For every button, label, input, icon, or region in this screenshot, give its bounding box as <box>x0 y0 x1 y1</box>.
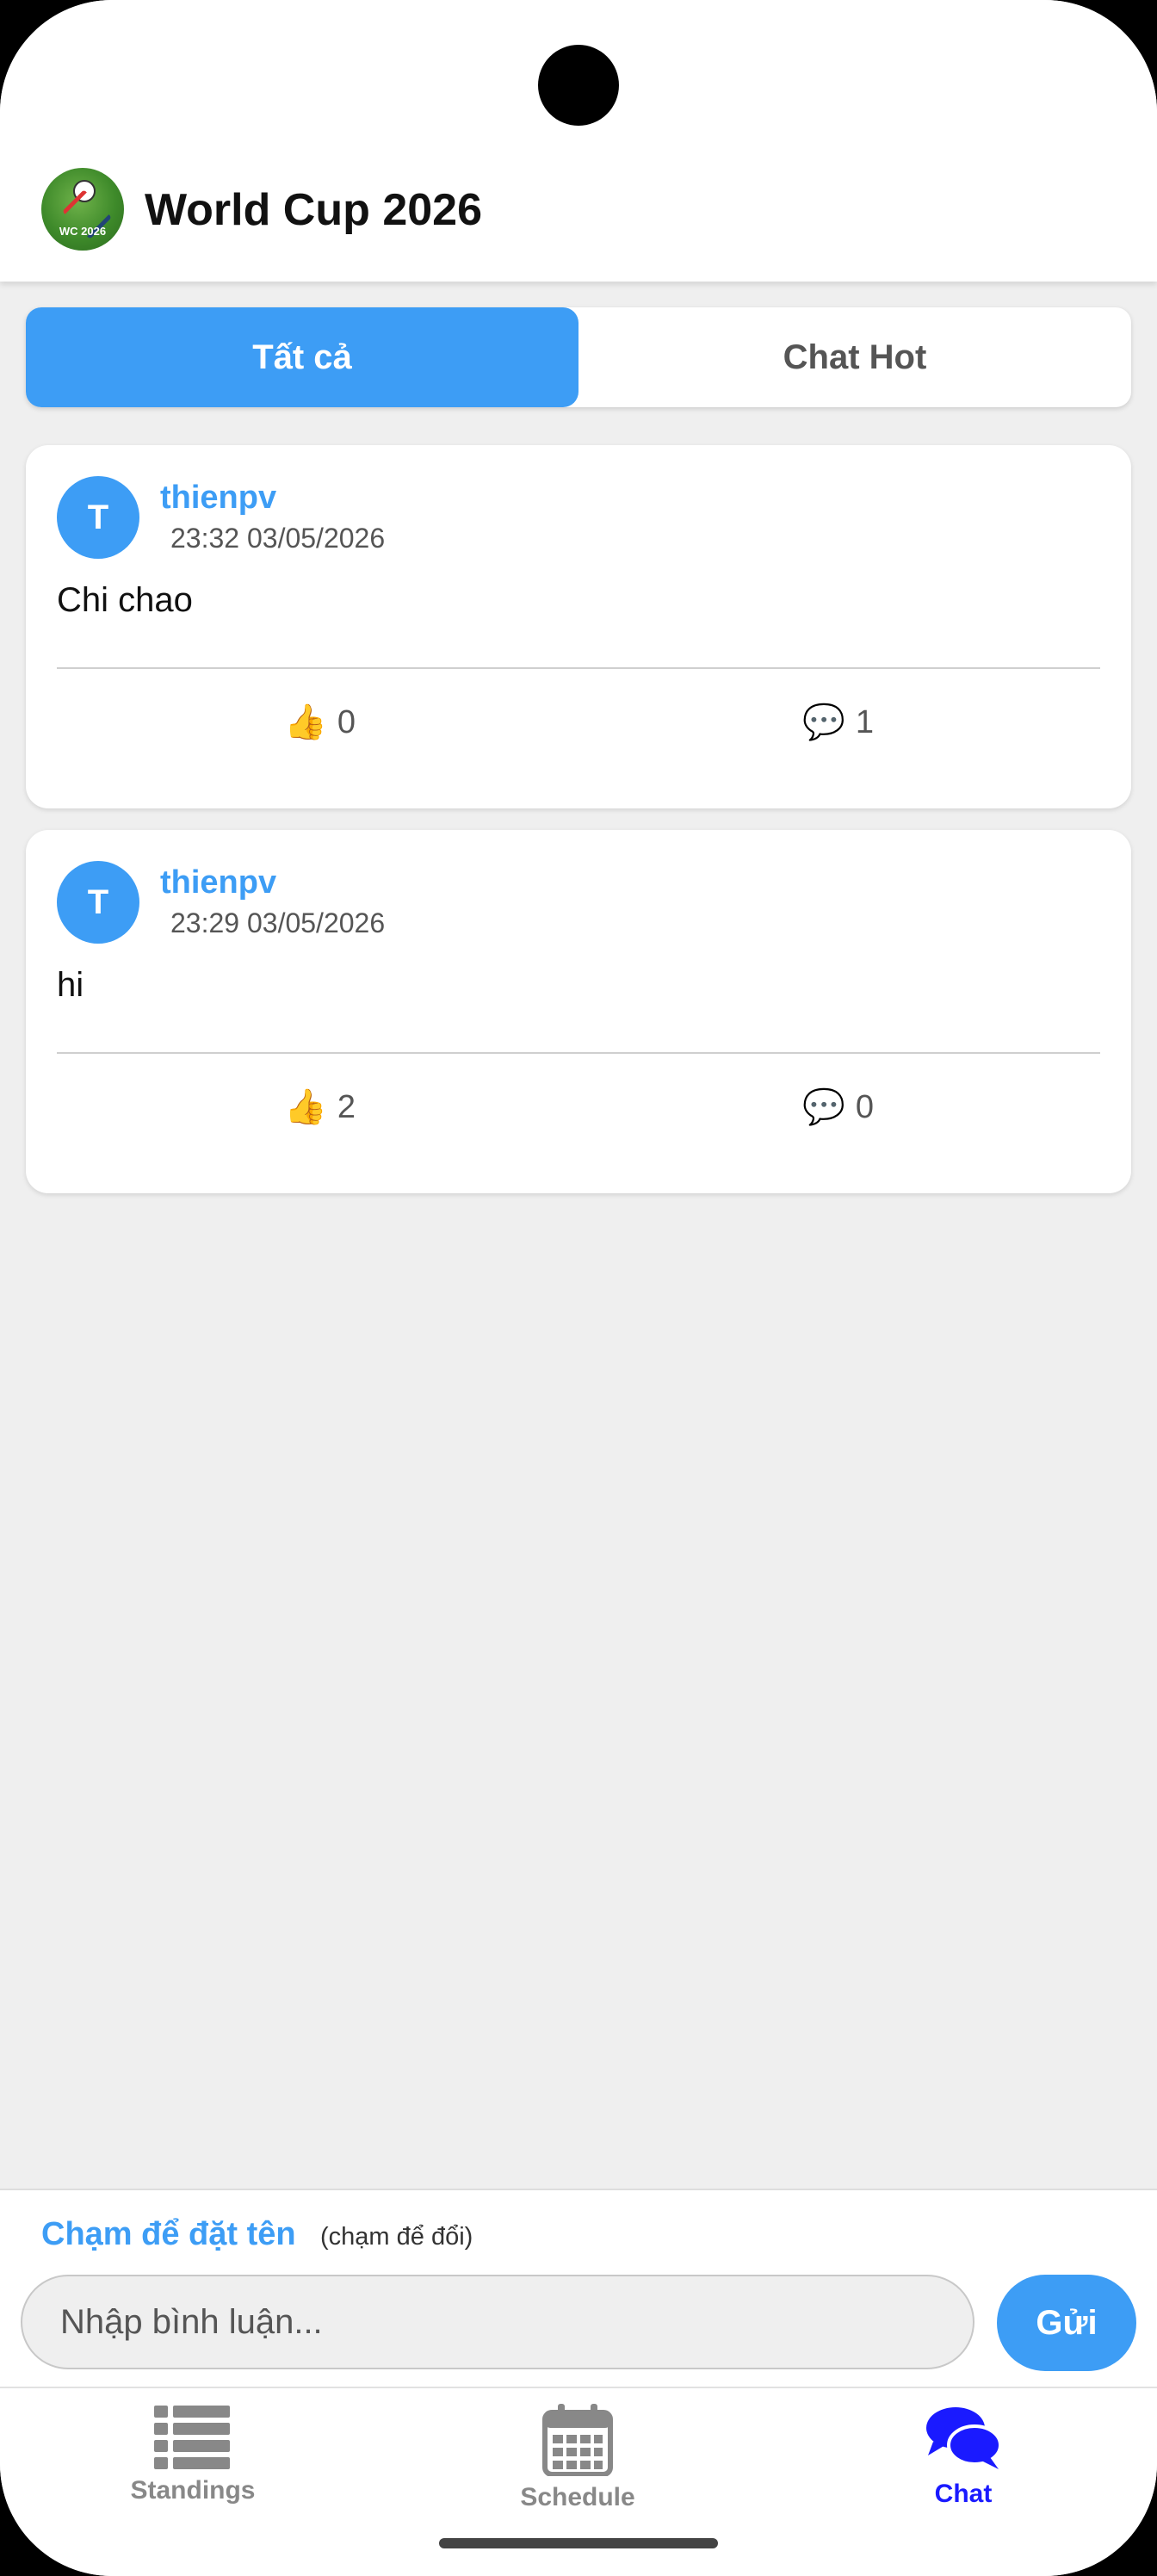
thumbs-up-icon: 👍 <box>284 1088 327 1126</box>
send-button[interactable]: Gửi <box>997 2275 1136 2371</box>
post-author[interactable]: thienpv <box>160 864 276 901</box>
home-indicator <box>439 2538 718 2548</box>
comment-input[interactable] <box>21 2275 974 2369</box>
comment-count: 0 <box>855 1088 874 1125</box>
divider <box>57 667 1100 669</box>
phone-screen: WC 2026 World Cup 2026 Tất cả Chat Hot T… <box>0 0 1157 2576</box>
nav-item-chat[interactable]: Chat <box>834 2404 1092 2516</box>
app-title: World Cup 2026 <box>145 185 483 235</box>
post-timestamp: 23:29 03/05/2026 <box>170 907 386 938</box>
set-name-link[interactable]: Chạm để đặt tên <box>41 2216 296 2253</box>
app-bar: WC 2026 World Cup 2026 <box>0 0 1157 282</box>
post-card[interactable]: T thienpv 23:29 03/05/2026 hi 👍 2 💬 0 <box>26 830 1131 1193</box>
nav-label: Chat <box>934 2480 993 2508</box>
comment-count: 1 <box>855 703 874 740</box>
like-count: 2 <box>337 1088 356 1125</box>
comment-composer: Chạm để đặt tên (chạm để đổi) Gửi <box>0 2189 1157 2388</box>
like-button[interactable]: 👍 0 <box>284 697 356 748</box>
list-icon <box>154 2406 230 2469</box>
post-message: Chi chao <box>57 581 193 619</box>
calendar-icon <box>542 2404 613 2476</box>
logo-text: WC 2026 <box>59 225 107 238</box>
speech-bubble-icon: 💬 <box>802 703 845 741</box>
nav-label: Standings <box>130 2476 256 2505</box>
nav-label: Schedule <box>520 2483 635 2511</box>
chat-bubbles-icon <box>926 2407 1002 2469</box>
divider <box>57 1052 1100 1054</box>
post-timestamp: 23:32 03/05/2026 <box>170 523 386 554</box>
post-message: hi <box>57 966 84 1004</box>
camera-cutout <box>538 45 619 126</box>
app-logo: WC 2026 <box>41 168 124 251</box>
nav-item-standings[interactable]: Standings <box>64 2404 322 2516</box>
avatar: T <box>57 476 139 559</box>
like-count: 0 <box>337 703 356 740</box>
tab-chat-hot[interactable]: Chat Hot <box>578 307 1131 407</box>
thumbs-up-icon: 👍 <box>284 703 327 741</box>
speech-bubble-icon: 💬 <box>802 1088 845 1126</box>
post-card[interactable]: T thienpv 23:32 03/05/2026 Chi chao 👍 0 … <box>26 445 1131 808</box>
set-name-hint: (chạm để đổi) <box>320 2223 473 2251</box>
avatar: T <box>57 861 139 944</box>
tab-all[interactable]: Tất cả <box>26 307 578 407</box>
comment-button[interactable]: 💬 1 <box>802 697 874 748</box>
nav-item-schedule[interactable]: Schedule <box>449 2404 707 2516</box>
feed-tabs: Tất cả Chat Hot <box>26 307 1131 407</box>
like-button[interactable]: 👍 2 <box>284 1081 356 1133</box>
comment-button[interactable]: 💬 0 <box>802 1081 874 1133</box>
post-author[interactable]: thienpv <box>160 480 276 517</box>
